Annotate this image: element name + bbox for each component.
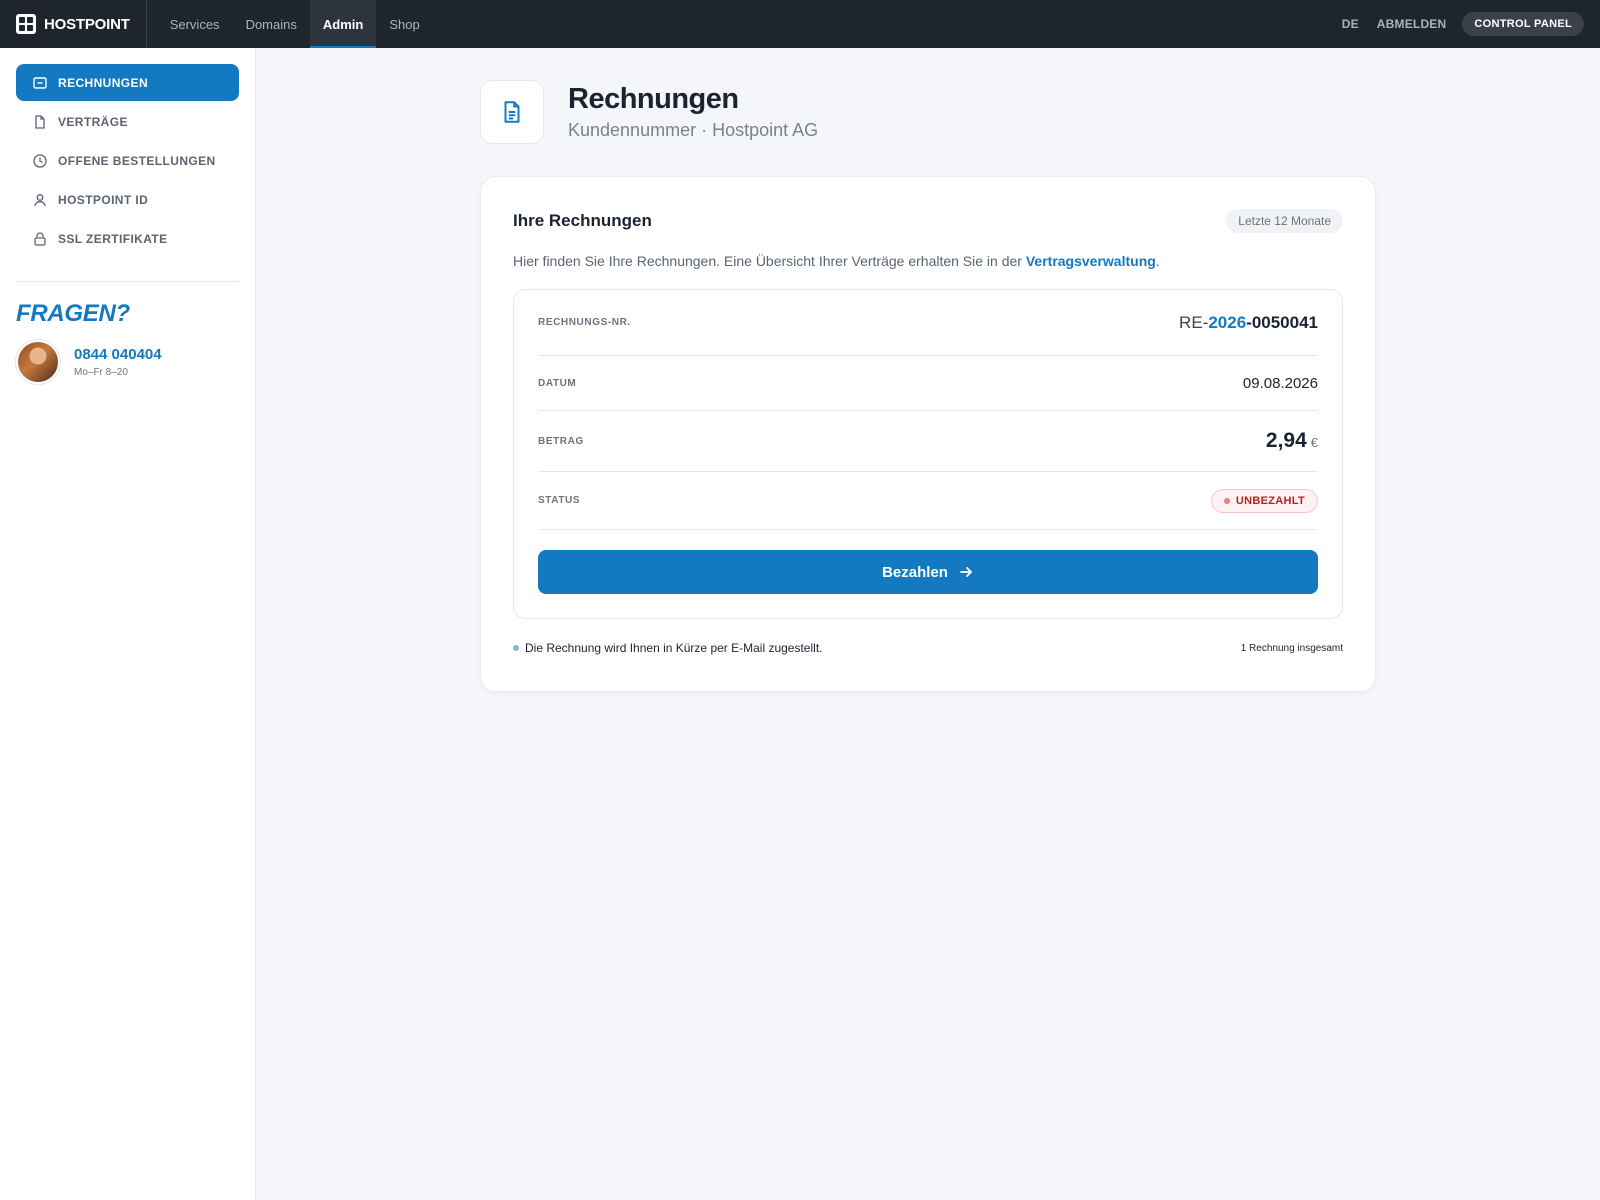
pay-button[interactable]: Bezahlen (538, 550, 1318, 594)
sidebar-divider (16, 281, 239, 282)
tab-services[interactable]: Services (157, 0, 233, 48)
page-header: Rechnungen Kundennummer · Hostpoint AG (480, 80, 818, 144)
sidebar-item-label: OFFENE BESTELLUNGEN (58, 153, 216, 168)
sidebar-item-ssl-zertifikate[interactable]: SSL ZERTIFIKATE (16, 220, 239, 257)
status-dot-icon (1223, 497, 1230, 504)
pay-button-label: Bezahlen (882, 563, 948, 581)
language-switch[interactable]: DE (1342, 17, 1359, 31)
tab-admin[interactable]: Admin (309, 0, 377, 48)
sidebar: RECHNUNGEN VERTRÄGE OFFENE BESTELLUNGEN … (0, 48, 256, 1200)
clock-icon (32, 153, 48, 169)
sidebar-item-label: RECHNUNGEN (58, 75, 149, 90)
sidebar-item-rechnungen[interactable]: RECHNUNGEN (16, 64, 239, 101)
invoices-card: Ihre Rechnungen Letzte 12 Monate Hier fi… (480, 176, 1376, 692)
invoice-status-row: STATUS UNBEZAHLT (538, 472, 1318, 530)
period-badge: Letzte 12 Monate (1226, 209, 1343, 233)
status-badge: UNBEZAHLT (1210, 488, 1318, 513)
invoice-date-row: DATUM 09.08.2026 (538, 356, 1318, 411)
card-title: Ihre Rechnungen (513, 211, 652, 230)
invoice-date: 09.08.2026 (1242, 374, 1318, 392)
lock-icon (32, 231, 48, 247)
invoice-number-prefix: RE- (1179, 312, 1209, 332)
top-navigation-bar: HOSTPOINT Services Domains Admin Shop DE… (0, 0, 1600, 48)
page-subtitle: Kundennummer · Hostpoint AG (568, 120, 819, 140)
tab-domains[interactable]: Domains (233, 0, 310, 48)
sidebar-item-offene-bestellungen[interactable]: OFFENE BESTELLUNGEN (16, 142, 239, 179)
user-icon (32, 192, 48, 208)
document-icon (32, 114, 48, 130)
invoice-amount-label: BETRAG (538, 435, 584, 447)
invoice-status-label: STATUS (538, 495, 581, 506)
invoice-number-label: RECHNUNGS-NR. (538, 317, 631, 328)
card-description: Hier finden Sie Ihre Rechnungen. Eine Üb… (513, 253, 1343, 269)
brand[interactable]: HOSTPOINT (0, 0, 147, 48)
invoice-details: RECHNUNGS-NR. RE-2026-0050041 DATUM 09.0… (513, 289, 1343, 619)
invoice-icon (32, 75, 48, 91)
status-text: UNBEZAHLT (1235, 494, 1305, 507)
support-phone-link[interactable]: 0844 040404 (74, 346, 162, 363)
control-panel-button[interactable]: CONTROL PANEL (1462, 12, 1584, 36)
sidebar-item-label: HOSTPOINT ID (58, 192, 149, 207)
tab-shop[interactable]: Shop (376, 0, 432, 48)
invoice-number: RE-2026-0050041 (1179, 313, 1318, 333)
description-text: Hier finden Sie Ihre Rechnungen. Eine Üb… (513, 253, 1026, 269)
hostpoint-logo-icon (16, 14, 36, 34)
invoice-number-year: 2026 (1208, 312, 1247, 332)
support-contact: 0844 040404 Mo–Fr 8–20 (16, 340, 239, 384)
info-dot-icon (513, 645, 519, 651)
invoice-document-icon (480, 80, 544, 144)
invoice-count: 1 Rechnung insgesamt (1240, 642, 1343, 654)
sidebar-item-vertraege[interactable]: VERTRÄGE (16, 103, 239, 140)
invoice-number-row: RECHNUNGS-NR. RE-2026-0050041 (538, 290, 1318, 356)
email-note-text: Die Rechnung wird Ihnen in Kürze per E-M… (525, 641, 823, 655)
faq-title: FRAGEN? (16, 300, 130, 327)
invoice-number-suffix: -0050041 (1246, 312, 1318, 332)
page-title: Rechnungen (568, 83, 739, 115)
top-right-actions: DE ABMELDEN CONTROL PANEL (1324, 0, 1584, 48)
support-hours: Mo–Fr 8–20 (74, 367, 128, 378)
brand-name: HOSTPOINT (44, 15, 130, 33)
sidebar-item-label: VERTRÄGE (58, 114, 128, 129)
support-avatar (16, 340, 60, 384)
invoice-amount: 2,94 (1265, 429, 1307, 452)
contract-management-link[interactable]: Vertragsverwaltung (1026, 253, 1156, 269)
sidebar-item-label: SSL ZERTIFIKATE (58, 231, 168, 246)
invoice-currency: € (1310, 435, 1318, 450)
card-header: Ihre Rechnungen Letzte 12 Monate (513, 209, 1343, 233)
email-note: Die Rechnung wird Ihnen in Kürze per E-M… (513, 641, 822, 655)
invoice-amount-row: BETRAG 2,94 € (538, 411, 1318, 472)
description-end: . (1155, 253, 1160, 269)
invoice-date-label: DATUM (538, 377, 577, 389)
logout-link[interactable]: ABMELDEN (1377, 17, 1447, 31)
card-footer: Die Rechnung wird Ihnen in Kürze per E-M… (513, 641, 1343, 655)
sidebar-item-hostpoint-id[interactable]: HOSTPOINT ID (16, 181, 239, 218)
arrow-right-icon (960, 567, 972, 577)
